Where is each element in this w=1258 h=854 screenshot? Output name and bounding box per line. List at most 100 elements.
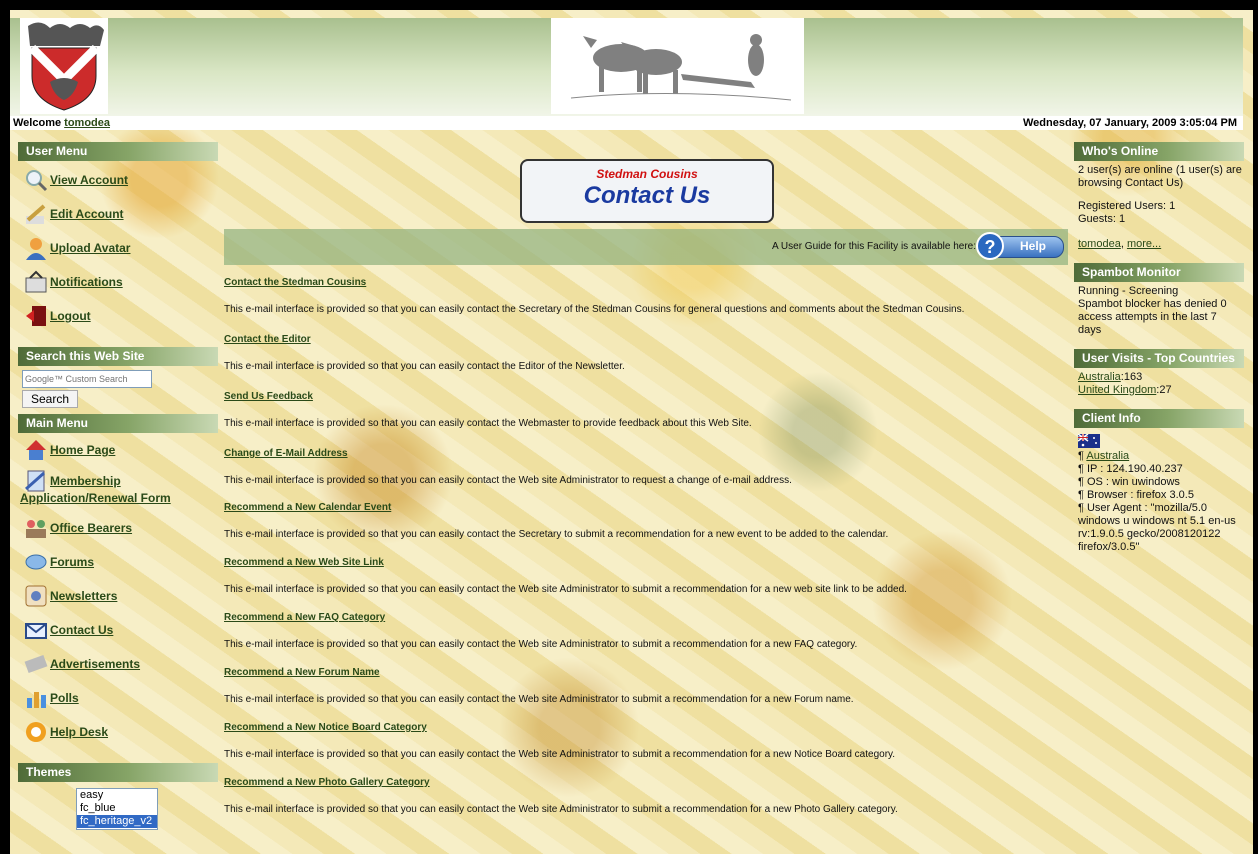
contact-link[interactable]: Contact the Stedman Cousins	[224, 277, 1068, 288]
menu-logout[interactable]: Logout	[18, 299, 218, 333]
registered-users: Registered Users: 1	[1078, 200, 1176, 212]
menu-label[interactable]: Home Page	[50, 443, 115, 457]
list-item: Recommend a New Web Site Link This e-mai…	[224, 557, 1068, 612]
menu-help-desk[interactable]: Help Desk	[18, 715, 218, 749]
people-icon	[24, 516, 48, 540]
menu-label[interactable]: Membership Application/Renewal Form	[20, 473, 188, 507]
menu-newsletters[interactable]: Newsletters	[18, 579, 218, 613]
contact-link[interactable]: Recommend a New Notice Board Category	[224, 722, 1068, 733]
page-title: Contact Us	[583, 182, 711, 209]
theme-option-selected[interactable]: fc_heritage_v2	[77, 815, 157, 828]
menu-advertisements[interactable]: Advertisements	[18, 647, 218, 681]
guest-count: Guests: 1	[1078, 213, 1126, 225]
whos-online-panel: 2 user(s) are online (1 user(s) are brow…	[1074, 161, 1244, 259]
contact-link[interactable]: Recommend a New Web Site Link	[224, 557, 1068, 568]
menu-label[interactable]: Office Bearers	[50, 521, 132, 535]
search-box: Search	[18, 366, 218, 408]
menu-membership-form[interactable]: Membership Application/Renewal Form	[18, 467, 218, 511]
list-item: Send Us Feedback This e-mail interface i…	[224, 391, 1068, 448]
client-os: ¶ OS : win uwindows	[1078, 476, 1180, 488]
contact-description: This e-mail interface is provided so tha…	[224, 475, 792, 486]
contact-description: This e-mail interface is provided so tha…	[224, 749, 896, 760]
contact-link[interactable]: Recommend a New Calendar Event	[224, 502, 1068, 513]
right-sidebar: Who's Online 2 user(s) are online (1 use…	[1074, 142, 1244, 562]
menu-home-page[interactable]: Home Page	[18, 433, 218, 467]
menu-label[interactable]: Polls	[50, 691, 79, 705]
envelope-icon	[24, 618, 48, 642]
contact-link[interactable]: Send Us Feedback	[224, 391, 1068, 402]
menu-label[interactable]: Advertisements	[50, 657, 140, 671]
client-country-link[interactable]: Australia	[1086, 450, 1129, 462]
home-icon	[24, 438, 48, 462]
contact-link[interactable]: Recommend a New FAQ Category	[224, 612, 1068, 623]
contact-link[interactable]: Change of E-Mail Address	[224, 448, 1068, 459]
visit-country-link[interactable]: United Kingdom	[1078, 384, 1156, 396]
welcome-bar: Welcome tomodea Wednesday, 07 January, 2…	[10, 116, 1243, 130]
list-item: Recommend a New Photo Gallery Category T…	[224, 777, 1068, 832]
menu-notifications[interactable]: Notifications	[18, 265, 218, 299]
menu-label[interactable]: Logout	[50, 309, 91, 323]
client-country: ¶ Australia	[1078, 450, 1130, 462]
menu-label[interactable]: Help Desk	[50, 725, 108, 739]
australia-flag-icon	[1077, 433, 1100, 448]
menu-view-account[interactable]: View Account	[18, 163, 218, 197]
theme-option[interactable]: easy	[77, 789, 157, 802]
client-ip: ¶ IP : 124.190.40.237	[1078, 463, 1183, 475]
page-title-box: Stedman Cousins Contact Us	[520, 159, 774, 223]
spambot-status: Running - Screening	[1078, 285, 1179, 297]
online-user-link[interactable]: tomodea	[1078, 238, 1121, 250]
visits-header: User Visits - Top Countries	[1074, 349, 1244, 368]
search-header: Search this Web Site	[18, 347, 218, 366]
contact-link[interactable]: Contact the Editor	[224, 334, 1068, 345]
themes-header: Themes	[18, 763, 218, 782]
visit-row: Australia:163	[1078, 371, 1242, 384]
menu-label[interactable]: View Account	[50, 173, 128, 187]
visit-count: :163	[1120, 371, 1143, 383]
menu-contact-us[interactable]: Contact Us	[18, 613, 218, 647]
themes-listbox[interactable]: easy fc_blue fc_heritage_v2	[76, 788, 158, 830]
welcome-username-link[interactable]: tomodea	[64, 117, 110, 129]
lifebuoy-icon	[24, 720, 48, 744]
list-item: Recommend a New Calendar Event This e-ma…	[224, 502, 1068, 557]
contact-description: This e-mail interface is provided so tha…	[224, 804, 898, 815]
contact-description: This e-mail interface is provided so tha…	[224, 418, 752, 429]
menu-forums[interactable]: Forums	[18, 545, 218, 579]
client-browser: ¶ Browser : firefox 3.0.5	[1078, 489, 1194, 501]
crest-logo[interactable]	[20, 18, 108, 114]
contact-description: This e-mail interface is provided so tha…	[224, 304, 965, 315]
contact-link[interactable]: Recommend a New Photo Gallery Category	[224, 777, 1068, 788]
help-button[interactable]: ? Help	[976, 232, 1064, 260]
list-item: Recommend a New Forum Name This e-mail i…	[224, 667, 1068, 722]
search-input[interactable]	[22, 370, 152, 388]
menu-office-bearers[interactable]: Office Bearers	[18, 511, 218, 545]
site-header	[10, 18, 1243, 116]
page-frame: Welcome tomodea Wednesday, 07 January, 2…	[10, 10, 1253, 854]
list-item: Contact the Stedman Cousins This e-mail …	[224, 277, 1068, 334]
menu-label[interactable]: Newsletters	[50, 589, 117, 603]
menu-polls[interactable]: Polls	[18, 681, 218, 715]
ploughing-banner	[551, 18, 804, 114]
menu-label[interactable]: Notifications	[50, 275, 123, 289]
advert-icon	[24, 652, 48, 676]
client-user-agent: ¶ User Agent : "mozilla/5.0 windows u wi…	[1078, 502, 1236, 553]
pencil-icon	[24, 202, 48, 226]
contact-description: This e-mail interface is provided so tha…	[224, 639, 858, 650]
poll-icon	[24, 686, 48, 710]
menu-label[interactable]: Edit Account	[50, 207, 124, 221]
menu-label[interactable]: Contact Us	[50, 623, 113, 637]
theme-option[interactable]: fc_blue	[77, 802, 157, 815]
user-menu-header: User Menu	[18, 142, 218, 161]
contact-description: This e-mail interface is provided so tha…	[224, 584, 907, 595]
forum-icon	[24, 550, 48, 574]
visit-country-link[interactable]: Australia	[1078, 371, 1121, 383]
contact-link[interactable]: Recommend a New Forum Name	[224, 667, 1068, 678]
search-button[interactable]: Search	[22, 390, 79, 408]
menu-edit-account[interactable]: Edit Account	[18, 197, 218, 231]
list-item: Recommend a New FAQ Category This e-mail…	[224, 612, 1068, 667]
contact-description: This e-mail interface is provided so tha…	[224, 529, 889, 540]
menu-label[interactable]: Forums	[50, 555, 94, 569]
list-item: Change of E-Mail Address This e-mail int…	[224, 448, 1068, 502]
more-users-link[interactable]: more...	[1127, 238, 1161, 250]
menu-upload-avatar[interactable]: Upload Avatar	[18, 231, 218, 265]
menu-label[interactable]: Upload Avatar	[50, 241, 130, 255]
